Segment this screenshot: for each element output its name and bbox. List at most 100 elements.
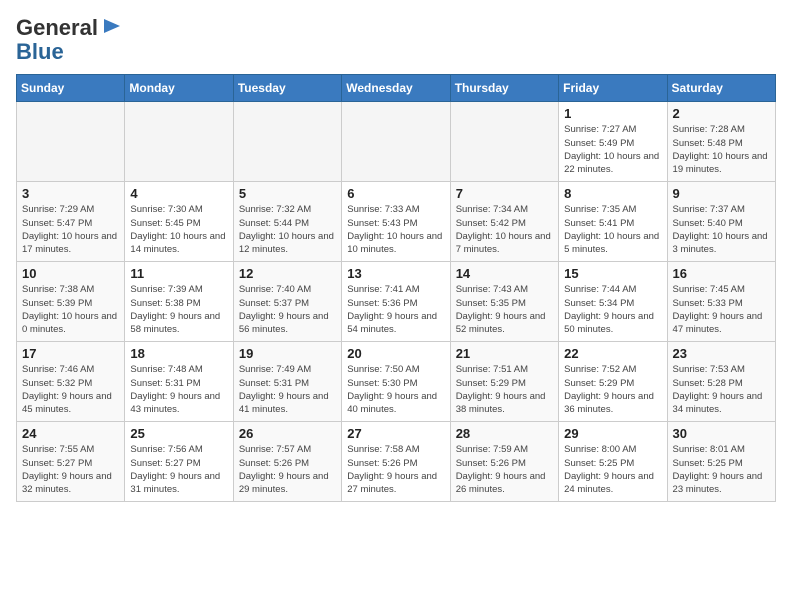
day-info: Sunrise: 8:00 AM Sunset: 5:25 PM Dayligh… [564, 443, 661, 496]
calendar-cell: 23 Sunrise: 7:53 AM Sunset: 5:28 PM Dayli… [667, 342, 775, 422]
calendar-cell: 17 Sunrise: 7:46 AM Sunset: 5:32 PM Dayli… [17, 342, 125, 422]
day-number: 14 [456, 266, 553, 281]
day-number: 10 [22, 266, 119, 281]
day-number: 18 [130, 346, 227, 361]
day-info: Sunrise: 7:34 AM Sunset: 5:42 PM Dayligh… [456, 203, 553, 256]
day-info: Sunrise: 7:40 AM Sunset: 5:37 PM Dayligh… [239, 283, 336, 336]
calendar-cell [125, 102, 233, 182]
day-info: Sunrise: 8:01 AM Sunset: 5:25 PM Dayligh… [673, 443, 770, 496]
day-info: Sunrise: 7:29 AM Sunset: 5:47 PM Dayligh… [22, 203, 119, 256]
calendar-table: SundayMondayTuesdayWednesdayThursdayFrid… [16, 74, 776, 502]
calendar-cell: 25 Sunrise: 7:56 AM Sunset: 5:27 PM Dayli… [125, 422, 233, 502]
day-number: 13 [347, 266, 444, 281]
calendar-cell: 28 Sunrise: 7:59 AM Sunset: 5:26 PM Dayli… [450, 422, 558, 502]
calendar-cell: 16Sunrise: 7:45 AM Sunset: 5:33 PM Dayli… [667, 262, 775, 342]
day-info: Sunrise: 7:55 AM Sunset: 5:27 PM Dayligh… [22, 443, 119, 496]
day-number: 3 [22, 186, 119, 201]
day-info: Sunrise: 7:33 AM Sunset: 5:43 PM Dayligh… [347, 203, 444, 256]
day-number: 17 [22, 346, 119, 361]
calendar-cell [17, 102, 125, 182]
day-number: 27 [347, 426, 444, 441]
weekday-header-monday: Monday [125, 75, 233, 102]
day-info: Sunrise: 7:28 AM Sunset: 5:48 PM Dayligh… [673, 123, 770, 176]
day-number: 1 [564, 106, 661, 121]
day-number: 20 [347, 346, 444, 361]
logo-blue: Blue [16, 40, 64, 64]
day-number: 22 [564, 346, 661, 361]
calendar-cell: 11Sunrise: 7:39 AM Sunset: 5:38 PM Dayli… [125, 262, 233, 342]
day-info: Sunrise: 7:56 AM Sunset: 5:27 PM Dayligh… [130, 443, 227, 496]
calendar-cell [450, 102, 558, 182]
calendar-week-4: 17 Sunrise: 7:46 AM Sunset: 5:32 PM Dayli… [17, 342, 776, 422]
calendar-cell: 9 Sunrise: 7:37 AM Sunset: 5:40 PM Daylig… [667, 182, 775, 262]
day-info: Sunrise: 7:50 AM Sunset: 5:30 PM Dayligh… [347, 363, 444, 416]
day-info: Sunrise: 7:57 AM Sunset: 5:26 PM Dayligh… [239, 443, 336, 496]
calendar-cell: 14Sunrise: 7:43 AM Sunset: 5:35 PM Dayli… [450, 262, 558, 342]
day-number: 7 [456, 186, 553, 201]
calendar-cell: 22 Sunrise: 7:52 AM Sunset: 5:29 PM Dayli… [559, 342, 667, 422]
day-number: 24 [22, 426, 119, 441]
calendar-cell: 4 Sunrise: 7:30 AM Sunset: 5:45 PM Daylig… [125, 182, 233, 262]
weekday-header-thursday: Thursday [450, 75, 558, 102]
calendar-cell: 20 Sunrise: 7:50 AM Sunset: 5:30 PM Dayli… [342, 342, 450, 422]
calendar-cell: 5Sunrise: 7:32 AM Sunset: 5:44 PM Daylig… [233, 182, 341, 262]
day-number: 29 [564, 426, 661, 441]
day-info: Sunrise: 7:58 AM Sunset: 5:26 PM Dayligh… [347, 443, 444, 496]
calendar-week-2: 3 Sunrise: 7:29 AM Sunset: 5:47 PM Daylig… [17, 182, 776, 262]
day-number: 26 [239, 426, 336, 441]
day-number: 4 [130, 186, 227, 201]
calendar-cell: 18 Sunrise: 7:48 AM Sunset: 5:31 PM Dayli… [125, 342, 233, 422]
calendar-cell: 27 Sunrise: 7:58 AM Sunset: 5:26 PM Dayli… [342, 422, 450, 502]
calendar-cell: 8 Sunrise: 7:35 AM Sunset: 5:41 PM Daylig… [559, 182, 667, 262]
calendar-cell [233, 102, 341, 182]
logo-general: General [16, 16, 98, 40]
calendar-cell: 10Sunrise: 7:38 AM Sunset: 5:39 PM Dayli… [17, 262, 125, 342]
calendar-cell: 2 Sunrise: 7:28 AM Sunset: 5:48 PM Daylig… [667, 102, 775, 182]
weekday-header-wednesday: Wednesday [342, 75, 450, 102]
day-number: 2 [673, 106, 770, 121]
calendar-cell [342, 102, 450, 182]
day-number: 12 [239, 266, 336, 281]
day-info: Sunrise: 7:48 AM Sunset: 5:31 PM Dayligh… [130, 363, 227, 416]
day-info: Sunrise: 7:37 AM Sunset: 5:40 PM Dayligh… [673, 203, 770, 256]
day-number: 15 [564, 266, 661, 281]
day-info: Sunrise: 7:52 AM Sunset: 5:29 PM Dayligh… [564, 363, 661, 416]
day-info: Sunrise: 7:53 AM Sunset: 5:28 PM Dayligh… [673, 363, 770, 416]
day-info: Sunrise: 7:59 AM Sunset: 5:26 PM Dayligh… [456, 443, 553, 496]
page-header: General Blue [16, 16, 776, 64]
day-number: 5 [239, 186, 336, 201]
calendar-cell: 30 Sunrise: 8:01 AM Sunset: 5:25 PM Dayli… [667, 422, 775, 502]
calendar-cell: 21 Sunrise: 7:51 AM Sunset: 5:29 PM Dayli… [450, 342, 558, 422]
calendar-week-1: 1Sunrise: 7:27 AM Sunset: 5:49 PM Daylig… [17, 102, 776, 182]
day-info: Sunrise: 7:49 AM Sunset: 5:31 PM Dayligh… [239, 363, 336, 416]
day-number: 9 [673, 186, 770, 201]
calendar-cell: 1Sunrise: 7:27 AM Sunset: 5:49 PM Daylig… [559, 102, 667, 182]
calendar-cell: 7 Sunrise: 7:34 AM Sunset: 5:42 PM Daylig… [450, 182, 558, 262]
calendar-cell: 29 Sunrise: 8:00 AM Sunset: 5:25 PM Dayli… [559, 422, 667, 502]
day-info: Sunrise: 7:30 AM Sunset: 5:45 PM Dayligh… [130, 203, 227, 256]
calendar-cell: 15 Sunrise: 7:44 AM Sunset: 5:34 PM Dayli… [559, 262, 667, 342]
weekday-header-saturday: Saturday [667, 75, 775, 102]
day-number: 28 [456, 426, 553, 441]
day-number: 16 [673, 266, 770, 281]
day-info: Sunrise: 7:51 AM Sunset: 5:29 PM Dayligh… [456, 363, 553, 416]
logo-flag-icon [100, 16, 122, 38]
day-info: Sunrise: 7:35 AM Sunset: 5:41 PM Dayligh… [564, 203, 661, 256]
day-number: 30 [673, 426, 770, 441]
day-number: 25 [130, 426, 227, 441]
day-info: Sunrise: 7:44 AM Sunset: 5:34 PM Dayligh… [564, 283, 661, 336]
calendar-cell: 26 Sunrise: 7:57 AM Sunset: 5:26 PM Dayli… [233, 422, 341, 502]
calendar-cell: 24 Sunrise: 7:55 AM Sunset: 5:27 PM Dayli… [17, 422, 125, 502]
day-number: 21 [456, 346, 553, 361]
day-number: 8 [564, 186, 661, 201]
weekday-header-sunday: Sunday [17, 75, 125, 102]
day-number: 23 [673, 346, 770, 361]
day-info: Sunrise: 7:41 AM Sunset: 5:36 PM Dayligh… [347, 283, 444, 336]
calendar-cell: 6Sunrise: 7:33 AM Sunset: 5:43 PM Daylig… [342, 182, 450, 262]
weekday-header-tuesday: Tuesday [233, 75, 341, 102]
calendar-week-5: 24 Sunrise: 7:55 AM Sunset: 5:27 PM Dayli… [17, 422, 776, 502]
day-info: Sunrise: 7:46 AM Sunset: 5:32 PM Dayligh… [22, 363, 119, 416]
calendar-cell: 3 Sunrise: 7:29 AM Sunset: 5:47 PM Daylig… [17, 182, 125, 262]
weekday-header-friday: Friday [559, 75, 667, 102]
calendar-week-3: 10Sunrise: 7:38 AM Sunset: 5:39 PM Dayli… [17, 262, 776, 342]
